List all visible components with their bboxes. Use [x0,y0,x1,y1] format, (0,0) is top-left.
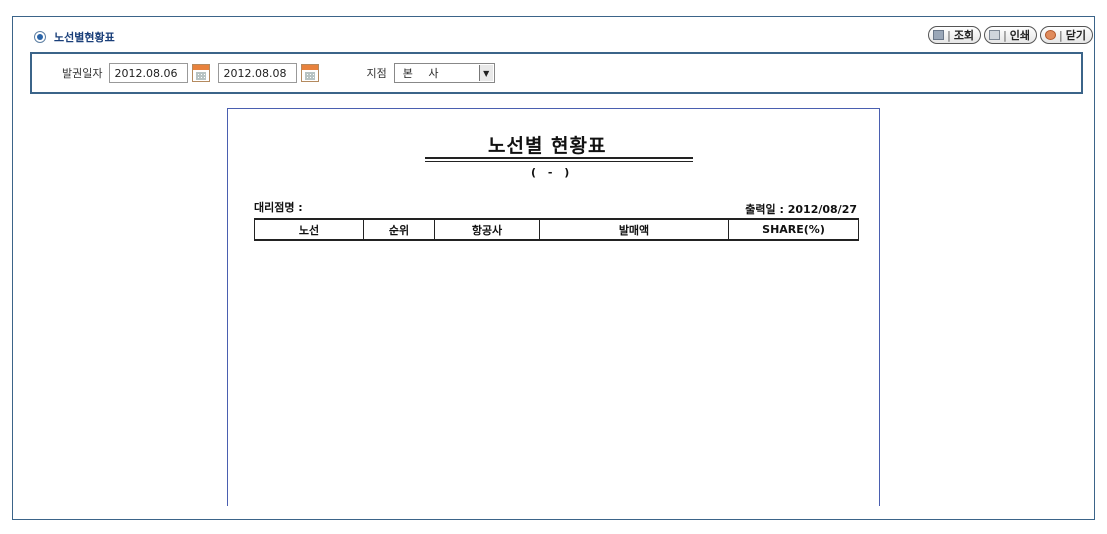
search-icon [933,30,945,40]
date-from-input[interactable] [109,63,189,83]
separator: | [947,28,951,42]
print-date-value: 2012/08/27 [787,203,857,216]
print-icon [989,30,1001,40]
print-date-label: 출력일 : [745,203,784,216]
column-header-route: 노선 [254,218,364,241]
page-title: 노선별현황표 [54,31,115,44]
search-button-label: 조회 [953,29,975,42]
column-header-airline: 항공사 [434,218,540,241]
report-title: 노선별 현황표 [488,135,607,157]
calendar-icon[interactable] [301,64,320,82]
report-subtitle: ( - ) [531,166,574,179]
print-date: 출력일 : 2012/08/27 [745,201,857,217]
page-header: 노선별현황표 [34,27,115,47]
branch-select[interactable]: 본 사 ▼ [393,63,495,83]
column-header-share: SHARE(%) [728,218,859,241]
close-icon [1045,30,1057,40]
calendar-icon[interactable] [192,64,211,82]
close-button[interactable]: | 닫기 [1040,26,1093,44]
column-header-rank: 순위 [363,218,435,241]
branch-select-value: 본 사 [402,67,445,80]
issue-date-label: 발권일자 [62,67,103,80]
report-table: 노선 순위 항공사 발매액 SHARE(%) [254,218,859,241]
toolbar: | 조회 | 인쇄 | 닫기 [928,26,1093,44]
report-preview: 노선별 현황표 ( - ) 대리점명 : 출력일 : 2012/08/27 노선… [227,108,880,506]
separator: | [1003,28,1007,42]
print-button[interactable]: | 인쇄 [984,26,1038,44]
separator: | [1059,28,1063,42]
search-button[interactable]: | 조회 [928,26,982,44]
agency-name-label: 대리점명 : [254,201,303,214]
table-header-row: 노선 순위 항공사 발매액 SHARE(%) [254,218,859,241]
date-to-input[interactable] [218,63,298,83]
print-button-label: 인쇄 [1009,29,1031,42]
filter-bar: 발권일자 지점 본 사 ▼ [30,52,1083,94]
report-title-underline [425,157,693,162]
branch-label: 지점 [366,67,387,80]
dropdown-arrow-icon[interactable]: ▼ [478,65,493,81]
close-button-label: 닫기 [1065,29,1086,42]
column-header-sales-amount: 발매액 [539,218,729,241]
radio-icon [34,31,46,43]
